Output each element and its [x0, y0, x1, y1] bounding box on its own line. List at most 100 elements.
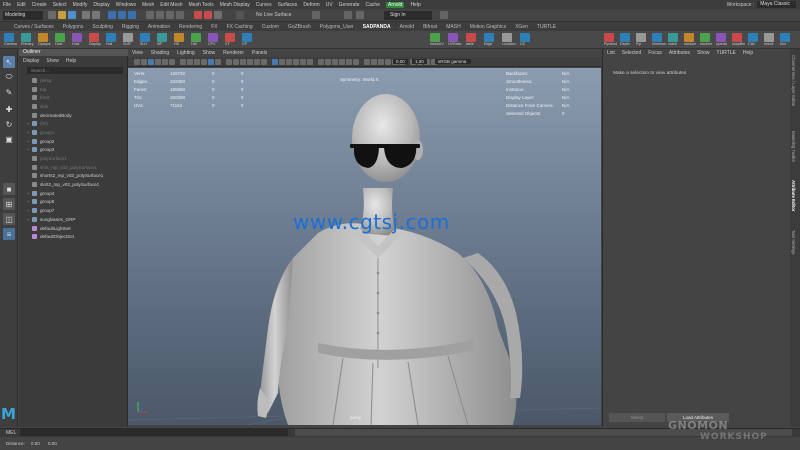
- shelf-icon[interactable]: [174, 33, 184, 42]
- shelf-icon[interactable]: [732, 33, 742, 42]
- outliner-search-input[interactable]: Search...: [27, 67, 123, 74]
- save-scene-icon[interactable]: [68, 11, 76, 19]
- viewport-tool-icon[interactable]: [279, 59, 285, 65]
- menu-mesh-tools[interactable]: Mesh Tools: [189, 2, 214, 8]
- shelf-icon[interactable]: [636, 33, 646, 42]
- menu-help[interactable]: Help: [410, 2, 420, 8]
- viewport-tool-icon[interactable]: [371, 59, 377, 65]
- symmetry-icon[interactable]: [312, 11, 320, 19]
- shelf-tab-polygons-user[interactable]: Polygons_User: [320, 24, 354, 30]
- shelf-icon[interactable]: [748, 33, 758, 42]
- shelf-icon[interactable]: [430, 33, 440, 42]
- shelf-icon[interactable]: [123, 33, 133, 42]
- side-tab-attribute-editor[interactable]: Attribute Editor: [791, 180, 796, 212]
- outliner-item[interactable]: shorts2_mp_v03_polySurface1: [19, 172, 128, 181]
- viewport-tool-icon[interactable]: [286, 59, 292, 65]
- shelf-tab-gozbrush[interactable]: GoZBrush: [288, 24, 311, 30]
- outliner-item[interactable]: shirt_mp_v03_polySurface1: [19, 163, 128, 172]
- viewport-tool-icon[interactable]: [353, 59, 359, 65]
- live-surface-icon[interactable]: [236, 11, 244, 19]
- shelf-icon[interactable]: [89, 33, 99, 42]
- viewport-tool-icon[interactable]: [254, 59, 260, 65]
- select-hierarchy-icon[interactable]: [108, 11, 116, 19]
- viewport-tool-icon[interactable]: [240, 59, 246, 65]
- attr-menu-turtle[interactable]: TURTLE: [717, 50, 736, 56]
- menu-select[interactable]: Select: [53, 2, 67, 8]
- two-view-icon[interactable]: ◫: [3, 213, 15, 225]
- shelf-icon[interactable]: [21, 33, 31, 42]
- menu-create[interactable]: Create: [32, 2, 47, 8]
- viewport-tool-icon[interactable]: [148, 59, 154, 65]
- outliner-item[interactable]: decimatedBody: [19, 111, 128, 120]
- outliner-menu-display[interactable]: Display: [23, 58, 39, 64]
- shelf-tab-rendering[interactable]: Rendering: [179, 24, 202, 30]
- outliner-item[interactable]: + group2: [19, 137, 128, 146]
- shelf-icon[interactable]: [668, 33, 678, 42]
- viewport-menu-show[interactable]: Show: [203, 50, 216, 56]
- viewport-tool-icon[interactable]: [307, 59, 313, 65]
- shelf-tab-fx[interactable]: FX: [211, 24, 217, 30]
- attr-menu-help[interactable]: Help: [743, 50, 753, 56]
- viewport-tool-icon[interactable]: [300, 59, 306, 65]
- select-component-icon[interactable]: [128, 11, 136, 19]
- outliner-item[interactable]: persp: [19, 76, 128, 85]
- color-space-select[interactable]: sRGB gamma: [435, 59, 471, 64]
- workspace-value[interactable]: Maya Classic: [757, 1, 796, 8]
- menu-arnold[interactable]: Arnold: [385, 1, 405, 8]
- paint-select-icon[interactable]: ✎: [3, 86, 15, 98]
- viewport-tool-icon[interactable]: [180, 59, 186, 65]
- snap-curve-icon[interactable]: [156, 11, 164, 19]
- outliner-item[interactable]: side: [19, 102, 128, 111]
- select-object-icon[interactable]: [118, 11, 126, 19]
- attr-menu-focus[interactable]: Focus: [648, 50, 662, 56]
- scale-tool-icon[interactable]: ▣: [3, 133, 15, 145]
- shelf-icon[interactable]: [502, 33, 512, 42]
- shelf-icon[interactable]: [764, 33, 774, 42]
- mel-label[interactable]: MEL: [6, 430, 16, 436]
- shelf-tab-animation[interactable]: Animation: [148, 24, 170, 30]
- select-button[interactable]: Select: [609, 413, 665, 422]
- redo-icon[interactable]: [92, 11, 100, 19]
- shelf-icon[interactable]: [780, 33, 790, 42]
- outliner-item[interactable]: defaultLightSet: [19, 224, 128, 233]
- outliner-item[interactable]: skirt2_mp_v03_polySurface1: [19, 180, 128, 189]
- four-view-icon[interactable]: ⊞: [3, 198, 15, 210]
- shelf-icon[interactable]: [652, 33, 662, 42]
- viewport-tool-icon[interactable]: [339, 59, 345, 65]
- viewport-tool-icon[interactable]: [233, 59, 239, 65]
- outliner-item[interactable]: polySurface1: [19, 154, 128, 163]
- viewport-tool-icon[interactable]: [169, 59, 175, 65]
- outliner-item[interactable]: + group1: [19, 128, 128, 137]
- shelf-icon[interactable]: [484, 33, 494, 42]
- shelf-icon[interactable]: [242, 33, 252, 42]
- shelf-icon[interactable]: [106, 33, 116, 42]
- outliner-item[interactable]: + group3: [19, 146, 128, 155]
- viewport-tool-icon[interactable]: [226, 59, 232, 65]
- outliner-menu-help[interactable]: Help: [66, 58, 76, 64]
- outliner-item[interactable]: + sunglasses_GRP: [19, 215, 128, 224]
- viewport-tool-icon[interactable]: [215, 59, 221, 65]
- shelf-tab-motion-graphics[interactable]: Motion Graphics: [470, 24, 506, 30]
- shelf-icon[interactable]: [140, 33, 150, 42]
- attr-menu-attributes[interactable]: Attributes: [669, 50, 690, 56]
- workspace-selector[interactable]: Workspace : Maya Classic: [727, 0, 796, 9]
- shelf-icon[interactable]: [55, 33, 65, 42]
- help-icon[interactable]: [440, 11, 448, 19]
- menu-uv[interactable]: UV: [326, 2, 333, 8]
- menu-file[interactable]: File: [3, 2, 11, 8]
- shelf-icon[interactable]: [604, 33, 614, 42]
- viewport-3d[interactable]: Verts: 126732 0 0 Edges: 222360 0 0 Faces: 195960…: [128, 68, 601, 425]
- viewport-tool-icon[interactable]: [325, 59, 331, 65]
- menu-deform[interactable]: Deform: [303, 2, 319, 8]
- snap-grid-icon[interactable]: [146, 11, 154, 19]
- viewport-tool-icon[interactable]: [272, 59, 278, 65]
- undo-icon[interactable]: [82, 11, 90, 19]
- menu-mesh[interactable]: Mesh: [142, 2, 154, 8]
- select-tool-icon[interactable]: ↖: [3, 56, 15, 68]
- snap-view-icon[interactable]: [176, 11, 184, 19]
- viewport-tool-icon[interactable]: [201, 59, 207, 65]
- viewport-menu-view[interactable]: View: [132, 50, 143, 56]
- side-tab-modeling-toolkit[interactable]: Modeling Toolkit: [791, 131, 796, 162]
- viewport-tool-icon[interactable]: [247, 59, 253, 65]
- viewport-tool-icon[interactable]: [293, 59, 299, 65]
